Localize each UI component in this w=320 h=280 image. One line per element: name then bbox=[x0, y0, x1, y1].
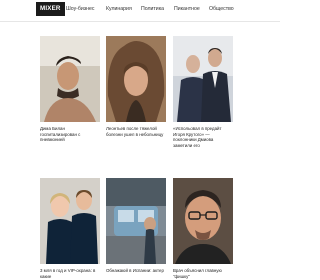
article-title-3[interactable]: «Испольовал в предайт Игоря Крутого» — п… bbox=[173, 126, 233, 149]
nav-item-showbiz[interactable]: Шоу-бизнес bbox=[66, 4, 95, 14]
article-title-1[interactable]: Дима Билан госпитализирован с пневмонией bbox=[40, 126, 100, 143]
article-thumbnail-3[interactable] bbox=[173, 36, 233, 122]
site-logo[interactable]: MIXER bbox=[36, 2, 65, 16]
nav-item-cooking[interactable]: Кулинария bbox=[106, 4, 132, 14]
article-thumbnail-5[interactable] bbox=[106, 178, 166, 264]
article-title-5[interactable]: Обнажаюй в Испании: актер bbox=[106, 268, 166, 274]
article-thumbnail-1[interactable] bbox=[40, 36, 100, 122]
article-title-2[interactable]: Леонтьев после тяжелой болезни ушел в не… bbox=[106, 126, 166, 137]
article-thumbnail-6[interactable] bbox=[173, 178, 233, 264]
article-title-4[interactable]: 3 мля в год и VIP-охрана: в какие bbox=[40, 268, 100, 279]
top-navigation-bar: MIXER Шоу-бизнес Кулинария Политика Пика… bbox=[0, 0, 280, 22]
article-thumbnail-4[interactable] bbox=[40, 178, 100, 264]
nav-item-spicy[interactable]: Пикантное bbox=[174, 4, 200, 14]
article-title-6[interactable]: Врач объяснил главную "фишку" bbox=[173, 268, 233, 279]
article-thumbnail-2[interactable] bbox=[106, 36, 166, 122]
nav-item-society[interactable]: Общество bbox=[209, 4, 234, 14]
nav-item-politics[interactable]: Политика bbox=[141, 4, 164, 14]
